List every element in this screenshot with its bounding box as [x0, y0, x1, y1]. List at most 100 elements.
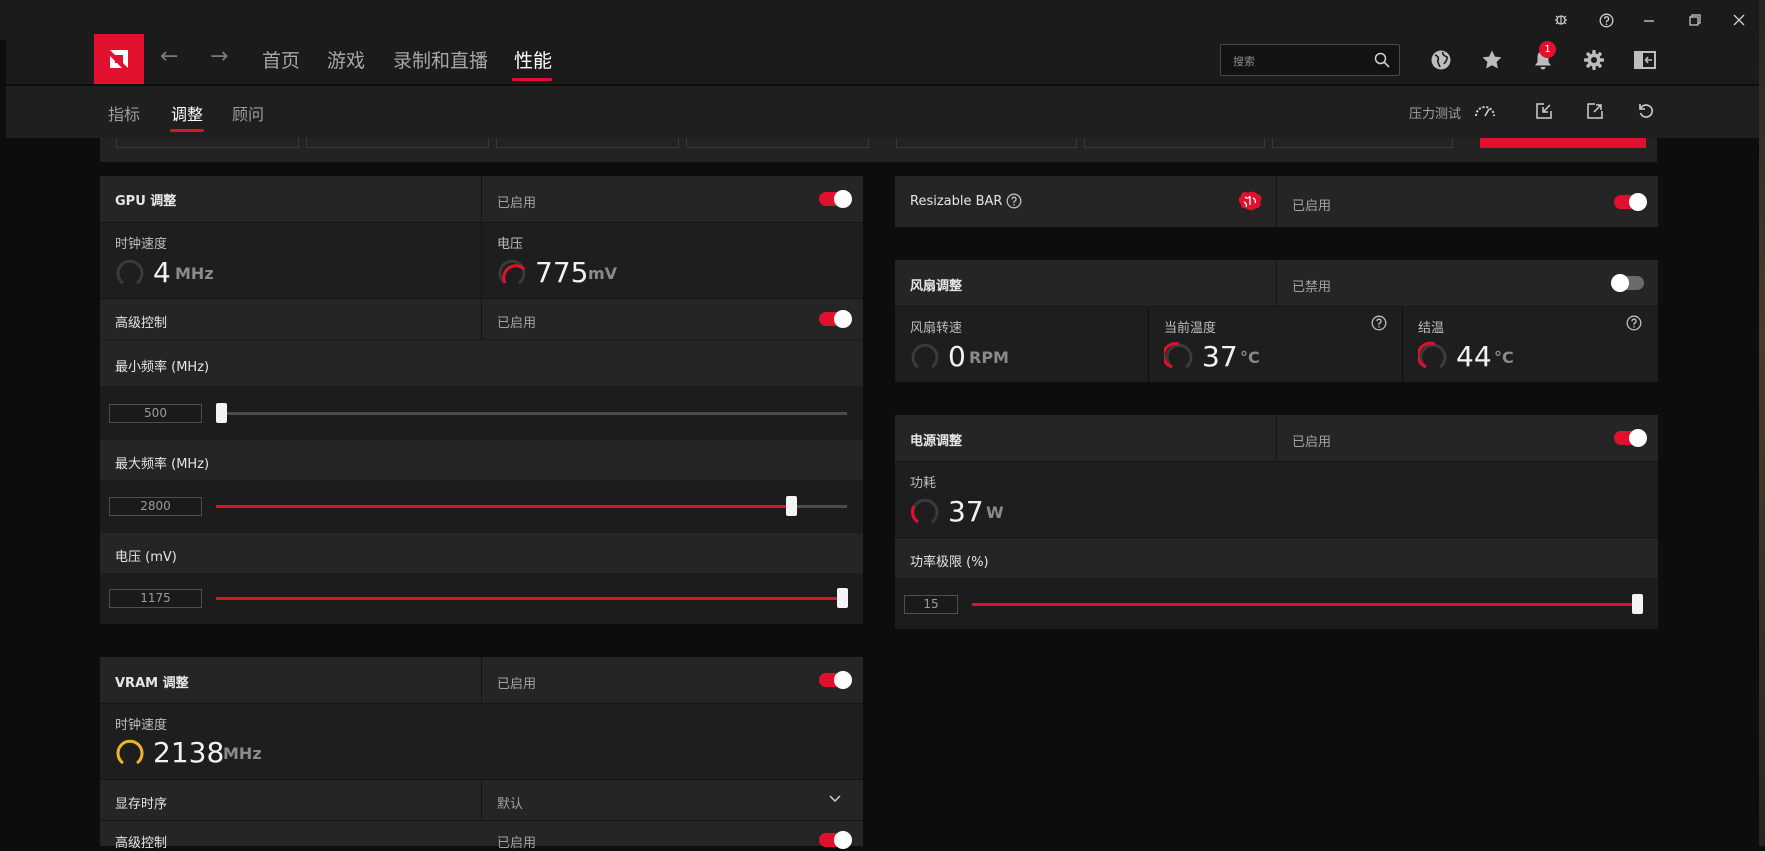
- vram-advanced-toggle[interactable]: [819, 831, 852, 849]
- gpu-advanced-label: 高级控制: [115, 316, 168, 331]
- vram-clock-label: 时钟速度: [115, 718, 168, 733]
- nav-tab-home[interactable]: 首页: [262, 46, 300, 73]
- close-icon[interactable]: [1727, 8, 1751, 32]
- sub-tab-tuning[interactable]: 调整: [171, 101, 203, 125]
- current-temp-label: 当前温度: [1164, 321, 1217, 336]
- sub-tab-metrics[interactable]: 指标: [108, 101, 140, 125]
- partial-field: [496, 138, 679, 148]
- gauge-icon[interactable]: [1474, 100, 1496, 122]
- min-frequency-input[interactable]: 500: [109, 404, 202, 423]
- sidebar-icon[interactable]: [1632, 47, 1658, 73]
- junction-temp-unit: °C: [1494, 348, 1514, 367]
- vram-tuning-title: VRAM 调整: [115, 676, 189, 691]
- amd-logo-icon[interactable]: [94, 34, 144, 84]
- gpu-advanced-toggle[interactable]: [819, 310, 852, 328]
- current-temp-value: 37: [1202, 340, 1238, 373]
- help-icon[interactable]: [1594, 8, 1618, 32]
- gpu-voltage-value: 775: [535, 256, 589, 289]
- restore-icon[interactable]: [1683, 8, 1707, 32]
- sub-tab-active-underline: [170, 129, 204, 132]
- fan-tuning-toggle[interactable]: [1611, 274, 1644, 292]
- partial-field: [306, 138, 489, 148]
- max-frequency-label-row: [100, 440, 863, 480]
- chevron-down-icon[interactable]: [828, 790, 842, 809]
- junction-temp-label: 结温: [1418, 321, 1445, 336]
- star-icon[interactable]: [1479, 47, 1505, 73]
- vram-advanced-label: 高级控制: [115, 836, 168, 851]
- min-frequency-slider-track[interactable]: [216, 412, 847, 415]
- gpu-tuning-title: GPU 调整: [115, 194, 177, 209]
- window-edge-background: [1759, 0, 1765, 846]
- sub-tab-advisors[interactable]: 顾问: [232, 101, 264, 125]
- power-tuning-toggle[interactable]: [1614, 429, 1647, 447]
- forward-arrow-icon[interactable]: →: [210, 44, 228, 69]
- resizable-bar-toggle[interactable]: [1614, 193, 1647, 211]
- voltage-slider-label: 电压 (mV): [115, 550, 177, 565]
- gpu-clock-value: 4: [153, 256, 171, 289]
- power-limit-input[interactable]: 15: [904, 595, 958, 614]
- divider: [1276, 260, 1277, 306]
- notification-count-badge: 1: [1539, 41, 1556, 58]
- import-icon[interactable]: [1533, 100, 1555, 122]
- help-icon[interactable]: [1006, 193, 1022, 209]
- gpu-tuning-toggle[interactable]: [819, 190, 852, 208]
- divider: [481, 657, 482, 703]
- nav-active-underline: [512, 78, 552, 81]
- max-frequency-input[interactable]: 2800: [109, 497, 202, 516]
- vram-tuning-toggle[interactable]: [819, 671, 852, 689]
- gear-icon[interactable]: [1581, 47, 1607, 73]
- min-frequency-label: 最小频率 (MHz): [115, 360, 210, 375]
- max-frequency-slider-thumb[interactable]: [786, 496, 797, 516]
- vram-clock-gauge-icon: [116, 739, 144, 765]
- power-limit-slider-thumb[interactable]: [1632, 594, 1643, 614]
- power-tuning-title: 电源调整: [910, 434, 963, 449]
- gpu-voltage-gauge-icon: [498, 259, 526, 285]
- gpu-clock-gauge-icon: [116, 259, 144, 285]
- voltage-slider-fill: [216, 597, 843, 600]
- gpu-clock-unit: MHz: [175, 264, 214, 283]
- fan-speed-value: 0: [948, 340, 966, 373]
- minimize-icon[interactable]: [1637, 8, 1661, 32]
- partial-apply-button[interactable]: [1480, 138, 1646, 148]
- max-frequency-label: 最大频率 (MHz): [115, 457, 210, 472]
- gpu-tuning-status: 已启用: [497, 196, 537, 211]
- stress-test-label[interactable]: 压力测试: [1409, 103, 1461, 122]
- memory-timing-value[interactable]: 默认: [497, 793, 523, 812]
- vram-advanced-control-row: [100, 821, 863, 846]
- gpu-advanced-status: 已启用: [497, 316, 537, 331]
- partial-field: [686, 138, 869, 148]
- partial-field: [116, 138, 299, 148]
- fan-speed-unit: RPM: [969, 348, 1009, 367]
- gpu-clock-label: 时钟速度: [115, 237, 168, 252]
- min-frequency-label-row: [100, 340, 863, 386]
- search-input[interactable]: 搜索: [1220, 44, 1400, 76]
- help-icon[interactable]: [1371, 315, 1387, 331]
- partial-field: [896, 138, 1077, 148]
- min-frequency-slider-thumb[interactable]: [216, 403, 227, 423]
- help-icon[interactable]: [1626, 315, 1642, 331]
- partial-field: [1084, 138, 1265, 148]
- amd-adrenalin-window: ← → 首页 游戏 录制和直播 性能 搜索 1 指标 调整 顾问 压力测试 GP…: [0, 0, 1765, 851]
- power-draw-gauge-icon: [910, 498, 939, 524]
- voltage-slider-thumb[interactable]: [837, 588, 848, 608]
- fan-speed-gauge-icon: [911, 343, 939, 369]
- memory-timing-label: 显存时序: [115, 797, 168, 812]
- search-icon[interactable]: [1374, 52, 1390, 72]
- export-icon[interactable]: [1584, 100, 1606, 122]
- globe-icon[interactable]: [1428, 47, 1454, 73]
- nav-tab-games[interactable]: 游戏: [327, 46, 365, 73]
- voltage-input[interactable]: 1175: [109, 589, 202, 608]
- current-temp-gauge-icon: [1164, 342, 1193, 369]
- nav-tab-performance[interactable]: 性能: [514, 46, 552, 73]
- junction-temp-value: 44: [1456, 340, 1492, 373]
- search-placeholder: 搜索: [1233, 55, 1255, 68]
- divider: [1276, 176, 1277, 227]
- bug-icon[interactable]: [1549, 8, 1573, 32]
- power-draw-unit: W: [986, 503, 1004, 522]
- gpu-voltage-label: 电压: [497, 237, 524, 252]
- divider: [1276, 415, 1277, 461]
- back-arrow-icon[interactable]: ←: [160, 44, 178, 69]
- resizable-bar-status: 已启用: [1292, 199, 1332, 214]
- reset-icon[interactable]: [1635, 100, 1657, 122]
- nav-tab-record-stream[interactable]: 录制和直播: [393, 46, 488, 73]
